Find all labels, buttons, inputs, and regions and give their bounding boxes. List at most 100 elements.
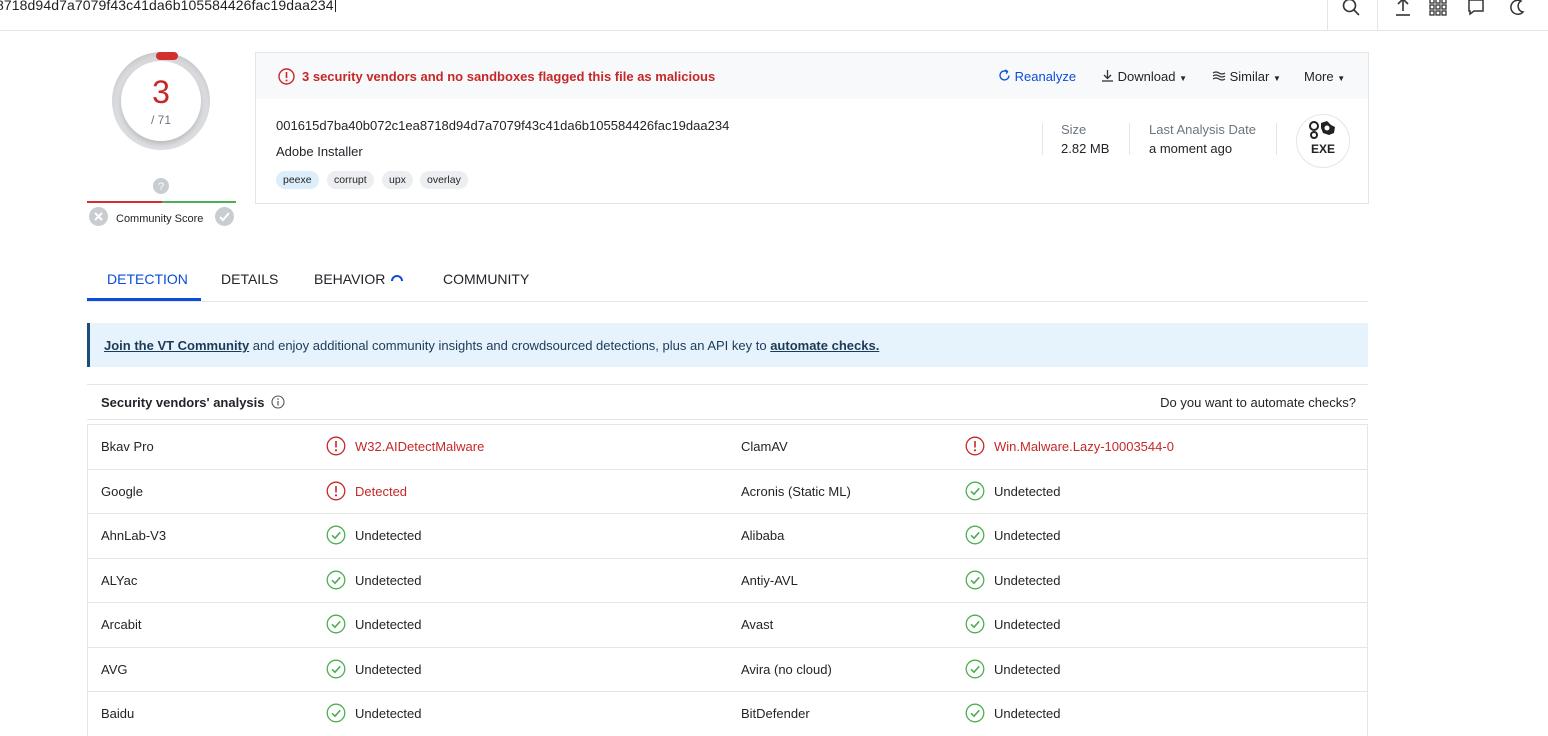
engine-total: / 71: [150, 113, 171, 127]
vendor-name-right: BitDefender: [741, 706, 810, 721]
check-circle-icon: [965, 570, 985, 595]
file-hash[interactable]: 001615d7ba40b072c1ea8718d94d7a7079f43c41…: [276, 118, 729, 133]
check-circle-icon: [326, 614, 346, 639]
check-circle-icon: [326, 703, 346, 728]
file-name: Adobe Installer: [276, 144, 363, 159]
check-circle-icon: [326, 525, 346, 550]
tag-overlay[interactable]: overlay: [420, 171, 468, 189]
vendor-name-right: Avast: [741, 617, 774, 632]
caret-down-icon: ▼: [1337, 74, 1346, 83]
caret-down-icon: ▼: [1179, 74, 1187, 83]
caret-down-icon: ▼: [1272, 74, 1281, 83]
loading-spinner-icon: [391, 275, 403, 282]
file-type-label: EXE: [1310, 142, 1335, 156]
check-circle-icon: [326, 659, 346, 684]
table-row: Bkav Pro W32.AIDetectMalware ClamAV Win.Mal…: [88, 424, 1367, 469]
chat-button[interactable]: [1456, 0, 1496, 22]
check-circle-icon: [965, 614, 985, 639]
table-row: AhnLab-V3 Undetected Alibaba Undetected: [88, 513, 1367, 558]
theme-toggle[interactable]: [1497, 0, 1537, 22]
detection-result-left: Undetected: [355, 617, 422, 632]
vendor-name-left: AhnLab-V3: [101, 528, 167, 543]
tag-peexe[interactable]: peexe: [276, 171, 319, 189]
vendors-title: Security vendors' analysis: [101, 395, 265, 410]
check-circle-icon: [326, 570, 346, 595]
divider: [1276, 123, 1277, 155]
close-icon: [94, 212, 103, 221]
more-button[interactable]: More ▼: [1304, 69, 1345, 84]
vendor-name-left: Arcabit: [101, 617, 142, 632]
check-circle-icon: [965, 659, 985, 684]
community-score-label: Community Score: [116, 213, 204, 225]
vendor-name-right: Acronis (Static ML): [741, 483, 851, 499]
file-type-badge: EXE: [1296, 114, 1350, 168]
detection-alert: 3 security vendors and no sandboxes flag…: [302, 69, 716, 84]
detection-result-left: Undetected: [355, 661, 422, 677]
detection-result-left[interactable]: W32.AIDetectMalware: [355, 439, 484, 454]
gears-icon: [1309, 121, 1335, 139]
tab-detection[interactable]: DETECTION: [107, 271, 188, 287]
vendor-name-right: Antiy-AVL: [741, 572, 798, 588]
vote-malicious-button[interactable]: [89, 207, 108, 226]
tab-community[interactable]: COMMUNITY: [443, 271, 529, 287]
svg-text:?: ?: [158, 181, 164, 193]
divider: [1042, 123, 1043, 155]
detection-result-right[interactable]: Win.Malware.Lazy-10003544-0: [994, 439, 1174, 454]
join-community-link[interactable]: Join the VT Community: [104, 338, 249, 353]
vendor-name-left: AVG: [101, 661, 128, 677]
download-label: Download: [1117, 69, 1176, 84]
detection-result-left: Undetected: [355, 572, 422, 588]
apps-grid-icon: [1429, 0, 1447, 16]
divider: [1377, 0, 1378, 30]
more-label: More: [1304, 69, 1334, 84]
similar-icon: [1212, 71, 1226, 81]
detection-result-right: Undetected: [994, 483, 1061, 499]
automate-checks-link[interactable]: automate checks.: [770, 338, 879, 353]
theme-icon: [1510, 0, 1525, 15]
search-button[interactable]: [1331, 0, 1371, 22]
detection-result-left: Undetected: [355, 706, 422, 721]
table-row: ALYac Undetected Antiy-AVL Undetected: [88, 557, 1367, 603]
community-score-bar-positive: [162, 201, 236, 203]
search-input[interactable]: 8718d94d7a7079f43c41da6b105584426fac19da…: [0, 0, 336, 13]
vendor-name-right: Avira (no cloud): [741, 661, 832, 677]
tag-corrupt[interactable]: corrupt: [327, 171, 374, 189]
file-summary-card: 3 security vendors and no sandboxes flag…: [255, 52, 1369, 204]
similar-label: Similar: [1229, 69, 1270, 84]
similar-button[interactable]: Similar ▼: [1212, 69, 1281, 84]
vendor-name-left: ALYac: [101, 572, 138, 588]
score-arc-malicious: [156, 52, 178, 60]
alert-circle-icon: [326, 436, 346, 461]
community-score-marker: ?: [153, 178, 169, 194]
reanalyze-button[interactable]: Reanalyze: [998, 69, 1076, 84]
detection-result-right: Undetected: [994, 661, 1061, 677]
upload-icon: [1396, 0, 1410, 16]
check-circle-icon: [965, 703, 985, 728]
tag-upx[interactable]: upx: [382, 171, 413, 189]
detection-result-left[interactable]: Detected: [355, 484, 407, 499]
upload-button[interactable]: [1383, 0, 1423, 22]
tab-behavior[interactable]: BEHAVIOR: [314, 271, 385, 287]
alert-circle-icon: [326, 481, 346, 506]
detection-result-right: Undetected: [994, 572, 1061, 588]
summary-header: 3 security vendors and no sandboxes flag…: [256, 53, 1368, 99]
apps-button[interactable]: [1418, 0, 1458, 22]
download-button[interactable]: Download ▼: [1101, 69, 1187, 84]
top-bar: 8718d94d7a7079f43c41da6b105584426fac19da…: [0, 0, 1548, 31]
check-circle-icon: [965, 525, 985, 550]
detection-count: 3: [152, 74, 170, 110]
tab-details[interactable]: DETAILS: [221, 271, 278, 287]
table-row: Baidu Undetected BitDefender Undetected: [88, 691, 1367, 736]
banner-message: and enjoy additional community insights …: [249, 338, 771, 353]
table-row: Google Detected Acronis (Static ML) Undetec…: [88, 468, 1367, 514]
vendor-name-left: Baidu: [101, 706, 135, 721]
automate-checks-prompt[interactable]: Do you want to automate checks?: [1160, 395, 1356, 410]
detection-result-right: Undetected: [994, 706, 1061, 721]
divider: [1327, 0, 1328, 30]
vendor-name-right: ClamAV: [741, 439, 788, 454]
info-icon[interactable]: [271, 395, 285, 409]
vote-harmless-button[interactable]: [215, 207, 234, 226]
size-value: 2.82 MB: [1061, 141, 1110, 156]
table-row: Arcabit Undetected Avast Undetected: [88, 602, 1367, 647]
detection-result-right: Undetected: [994, 617, 1061, 632]
